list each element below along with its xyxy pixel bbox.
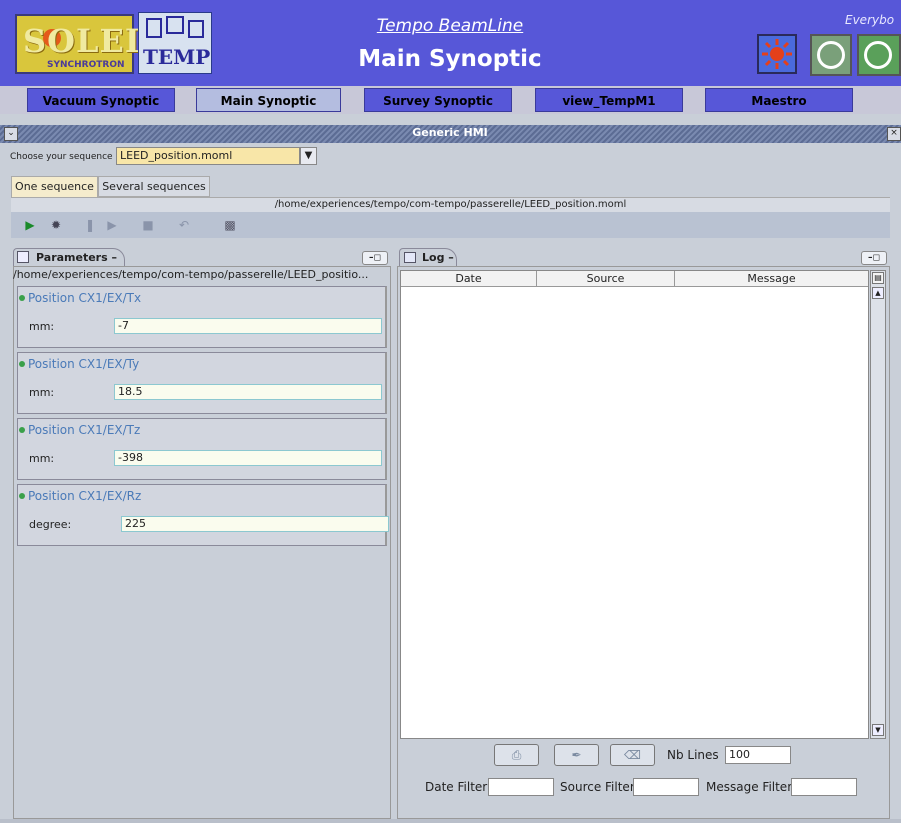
parameter-input[interactable]: -7: [114, 318, 382, 334]
cogwheel-icon: [146, 16, 204, 38]
scroll-up-icon[interactable]: ▲: [872, 287, 884, 299]
user-label: Everybo: [845, 13, 895, 27]
bottom-border: [0, 819, 901, 823]
parameter-unit: mm:: [29, 452, 55, 465]
collapse-icon[interactable]: ⌄: [4, 127, 18, 141]
sequence-path: /home/experiences/tempo/com-tempo/passer…: [11, 197, 890, 212]
parameter-group: Position CX1/EX/Rz degree: 225: [17, 484, 389, 546]
column-header-message[interactable]: Message: [675, 271, 868, 287]
tab-one-sequence[interactable]: One sequence: [11, 176, 98, 197]
window-controls-icon[interactable]: –◻: [362, 251, 388, 265]
parameters-tab-label: Parameters: [36, 251, 108, 264]
lock-button[interactable]: [810, 34, 852, 76]
nb-lines-input[interactable]: 100: [725, 746, 791, 764]
list-icon: [17, 251, 29, 263]
step-icon[interactable]: ▶: [105, 218, 119, 232]
date-filter-input[interactable]: [488, 778, 554, 796]
log-table[interactable]: Date Source Message: [400, 270, 869, 739]
pause-icon[interactable]: ❚: [83, 218, 97, 232]
dropdown-arrow-icon[interactable]: ▼: [300, 147, 317, 165]
message-filter-label: Message Filter: [706, 780, 793, 794]
hmi-title: Generic HMI: [412, 126, 488, 139]
source-filter-label: Source Filter: [560, 780, 635, 794]
parameter-unit: mm:: [29, 386, 55, 399]
debug-icon[interactable]: ✹: [49, 218, 63, 232]
tab-several-sequences[interactable]: Several sequences: [98, 176, 210, 197]
clear-button[interactable]: ⌫: [610, 744, 655, 766]
soleil-logo: SOLEIL SYNCHROTRON: [15, 14, 163, 74]
alarm-sun-icon: [762, 39, 792, 69]
status-dot-icon: [19, 493, 25, 499]
print-button[interactable]: ⎙: [494, 744, 539, 766]
status-dot-icon: [19, 295, 25, 301]
unlock-button[interactable]: [857, 34, 901, 76]
sequence-select[interactable]: LEED_position.moml: [116, 147, 300, 165]
parameter-title: Position CX1/EX/Tz: [28, 423, 141, 437]
tempo-logo: TEMPO: [138, 12, 212, 74]
parameter-unit: degree:: [29, 518, 72, 531]
nav-vacuum-synoptic[interactable]: Vacuum Synoptic: [27, 88, 175, 112]
source-filter-input[interactable]: [633, 778, 699, 796]
parameter-input[interactable]: -398: [114, 450, 382, 466]
column-header-date[interactable]: Date: [401, 271, 537, 287]
eraser-icon: ⌫: [624, 748, 641, 762]
logo2-text: TEMPO: [143, 45, 211, 69]
undo-icon[interactable]: ↶: [177, 218, 191, 232]
play-icon[interactable]: ▶: [23, 218, 37, 232]
hmi-titlebar: ⌄ Generic HMI ×: [0, 125, 901, 143]
column-header-source[interactable]: Source: [537, 271, 675, 287]
log-scrollbar[interactable]: ▤ ▲ ▼: [870, 270, 886, 739]
sequence-label: Choose your sequence: [10, 152, 113, 162]
log-tab-label: Log: [422, 251, 445, 264]
parameter-group: Position CX1/EX/Tx mm: -7: [17, 286, 387, 348]
message-filter-input[interactable]: [791, 778, 857, 796]
parameter-group: Position CX1/EX/Ty mm: 18.5: [17, 352, 387, 414]
parameters-path: /home/experiences/tempo/com-tempo/passer…: [13, 268, 369, 281]
pen-icon: ✒: [571, 748, 582, 762]
stop-icon[interactable]: ■: [141, 218, 155, 232]
parameter-input[interactable]: 225: [121, 516, 389, 532]
parameter-title: Position CX1/EX/Ty: [28, 357, 140, 371]
parameter-input[interactable]: 18.5: [114, 384, 382, 400]
sequence-toolbar: ▶ ✹ ❚ ▶ ■ ↶ ▩: [11, 212, 890, 238]
status-dot-icon: [19, 427, 25, 433]
unlock-icon: [864, 41, 892, 69]
highlight-button[interactable]: ✒: [554, 744, 599, 766]
parameters-tab[interactable]: Parameters –: [13, 248, 125, 266]
nav-survey-synoptic[interactable]: Survey Synoptic: [364, 88, 512, 112]
window-icon: [404, 252, 416, 263]
parameter-unit: mm:: [29, 320, 55, 333]
parameter-title: Position CX1/EX/Rz: [28, 489, 142, 503]
close-icon[interactable]: ×: [887, 127, 901, 141]
parameter-group: Position CX1/EX/Tz mm: -398: [17, 418, 387, 480]
print-icon: ⎙: [511, 748, 522, 762]
nav-main-synoptic[interactable]: Main Synoptic: [196, 88, 341, 112]
status-dot-icon: [19, 361, 25, 367]
alarm-button[interactable]: [757, 34, 797, 74]
lock-icon: [817, 41, 845, 69]
synoptic-nav: Vacuum Synoptic Main Synoptic Survey Syn…: [0, 86, 901, 114]
beamline-title: Tempo BeamLine: [376, 16, 524, 36]
window-controls-icon[interactable]: –◻: [861, 251, 887, 265]
logo-subtext: SYNCHROTRON: [47, 60, 125, 70]
save-icon[interactable]: ▩: [223, 218, 237, 232]
scroll-down-icon[interactable]: ▼: [872, 724, 884, 736]
column-chooser-icon[interactable]: ▤: [872, 272, 884, 284]
page-title: Main Synoptic: [358, 46, 542, 72]
date-filter-label: Date Filter: [425, 780, 488, 794]
nav-view-tempm1[interactable]: view_TempM1: [535, 88, 683, 112]
parameter-title: Position CX1/EX/Tx: [28, 291, 142, 305]
nb-lines-label: Nb Lines: [667, 748, 719, 762]
nav-maestro[interactable]: Maestro: [705, 88, 853, 112]
